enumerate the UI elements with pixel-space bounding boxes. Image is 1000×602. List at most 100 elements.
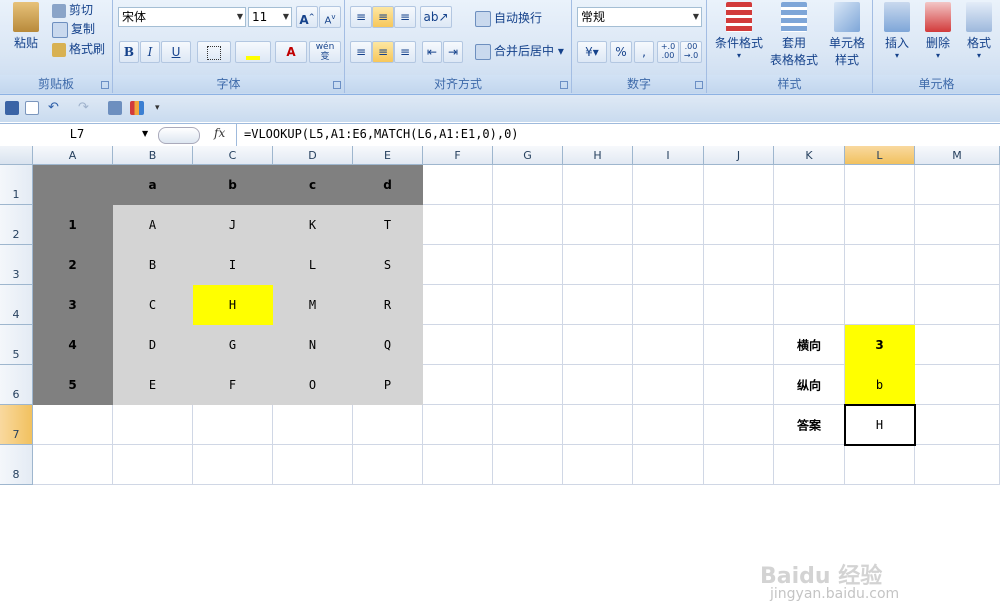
cell-g8[interactable] bbox=[493, 445, 563, 485]
cell-i6[interactable] bbox=[633, 365, 704, 405]
table-data-cell[interactable]: N bbox=[273, 325, 353, 365]
column-header-g[interactable]: G bbox=[493, 146, 563, 165]
format-painter-button[interactable]: 格式刷 bbox=[52, 39, 105, 59]
formula-bar-handle[interactable] bbox=[158, 127, 200, 144]
font-color-button[interactable]: A bbox=[275, 41, 307, 63]
cell-g2[interactable] bbox=[493, 205, 563, 245]
cell-i8[interactable] bbox=[633, 445, 704, 485]
cell-h2[interactable] bbox=[563, 205, 633, 245]
table-row-header-cell[interactable]: 2 bbox=[33, 245, 113, 285]
table-data-cell[interactable]: A bbox=[113, 205, 193, 245]
decrease-decimal-button[interactable]: .00 →.0 bbox=[680, 41, 702, 63]
column-header-c[interactable]: C bbox=[193, 146, 273, 165]
copy-button[interactable]: 复制 bbox=[52, 19, 95, 39]
column-header-f[interactable]: F bbox=[423, 146, 493, 165]
number-format-combo[interactable]: 常规 ▼ bbox=[577, 7, 702, 27]
table-data-cell[interactable]: F bbox=[193, 365, 273, 405]
insert-button[interactable]: 插入 ▾ bbox=[877, 2, 917, 60]
cell-h1[interactable] bbox=[563, 165, 633, 205]
cell-j1[interactable] bbox=[704, 165, 774, 205]
delete-button[interactable]: 删除 ▾ bbox=[918, 2, 958, 60]
clipboard-launcher-icon[interactable] bbox=[101, 81, 109, 89]
cell-h8[interactable] bbox=[563, 445, 633, 485]
cut-button[interactable]: 剪切 bbox=[52, 0, 93, 20]
bold-button[interactable]: B bbox=[119, 41, 139, 63]
cell-f7[interactable] bbox=[423, 405, 493, 445]
undo-icon[interactable]: ↶ bbox=[48, 101, 62, 115]
table-data-cell[interactable]: S bbox=[353, 245, 423, 285]
select-all-corner[interactable] bbox=[0, 146, 33, 165]
orientation-button[interactable]: ab↗ bbox=[420, 6, 452, 28]
cell-h4[interactable] bbox=[563, 285, 633, 325]
grow-font-button[interactable]: A^ bbox=[296, 6, 318, 28]
table-row-header-cell[interactable]: 4 bbox=[33, 325, 113, 365]
cell-m5[interactable] bbox=[915, 325, 1000, 365]
merge-center-button[interactable]: 合并后居中 ▾ bbox=[475, 41, 564, 61]
column-header-d[interactable]: D bbox=[273, 146, 353, 165]
cell-m8[interactable] bbox=[915, 445, 1000, 485]
cell-f8[interactable] bbox=[423, 445, 493, 485]
cell-k3[interactable] bbox=[774, 245, 845, 285]
cell-e8[interactable] bbox=[353, 445, 423, 485]
cell-k1[interactable] bbox=[774, 165, 845, 205]
cell-g3[interactable] bbox=[493, 245, 563, 285]
row-header-2[interactable]: 2 bbox=[0, 205, 33, 245]
cell-i1[interactable] bbox=[633, 165, 704, 205]
cell-l3[interactable] bbox=[845, 245, 915, 285]
table-data-cell[interactable]: M bbox=[273, 285, 353, 325]
increase-decimal-button[interactable]: +.0 .00 bbox=[657, 41, 679, 63]
increase-indent-button[interactable]: ⇥ bbox=[443, 41, 463, 63]
cell-a8[interactable] bbox=[33, 445, 113, 485]
cell-m6[interactable] bbox=[915, 365, 1000, 405]
table-data-cell[interactable]: G bbox=[193, 325, 273, 365]
table-data-cell[interactable]: H bbox=[193, 285, 273, 325]
cell-j5[interactable] bbox=[704, 325, 774, 365]
font-launcher-icon[interactable] bbox=[333, 81, 341, 89]
table-data-cell[interactable]: C bbox=[113, 285, 193, 325]
table-header-cell[interactable]: a bbox=[113, 165, 193, 205]
column-header-a[interactable]: A bbox=[33, 146, 113, 165]
shrink-font-button[interactable]: Av bbox=[319, 6, 341, 28]
column-header-l[interactable]: L bbox=[845, 146, 915, 165]
align-center-button[interactable]: ≡ bbox=[372, 41, 394, 63]
cell-l4[interactable] bbox=[845, 285, 915, 325]
row-header-7[interactable]: 7 bbox=[0, 405, 33, 445]
table-data-cell[interactable]: O bbox=[273, 365, 353, 405]
font-name-combo[interactable]: 宋体 ▼ bbox=[118, 7, 246, 27]
table-data-cell[interactable]: J bbox=[193, 205, 273, 245]
borders-button[interactable] bbox=[197, 41, 231, 63]
conditional-format-button[interactable]: 条件格式 ▾ bbox=[711, 2, 767, 60]
cell-m7[interactable] bbox=[915, 405, 1000, 445]
table-header-cell[interactable]: c bbox=[273, 165, 353, 205]
cell-i2[interactable] bbox=[633, 205, 704, 245]
cell-l2[interactable] bbox=[845, 205, 915, 245]
cell-j7[interactable] bbox=[704, 405, 774, 445]
table-data-cell[interactable]: L bbox=[273, 245, 353, 285]
cell-h3[interactable] bbox=[563, 245, 633, 285]
cell-f1[interactable] bbox=[423, 165, 493, 205]
row-header-8[interactable]: 8 bbox=[0, 445, 33, 485]
format-button[interactable]: 格式 ▾ bbox=[959, 2, 999, 60]
column-header-m[interactable]: M bbox=[915, 146, 1000, 165]
cell-c8[interactable] bbox=[193, 445, 273, 485]
table-header-cell[interactable] bbox=[33, 165, 113, 205]
print-preview-icon[interactable] bbox=[108, 101, 122, 115]
align-bottom-button[interactable]: ≡ bbox=[394, 6, 416, 28]
align-right-button[interactable]: ≡ bbox=[394, 41, 416, 63]
table-row-header-cell[interactable]: 5 bbox=[33, 365, 113, 405]
table-data-cell[interactable]: Q bbox=[353, 325, 423, 365]
table-data-cell[interactable]: R bbox=[353, 285, 423, 325]
table-header-cell[interactable]: b bbox=[193, 165, 273, 205]
table-data-cell[interactable]: D bbox=[113, 325, 193, 365]
align-top-button[interactable]: ≡ bbox=[350, 6, 372, 28]
cell-k8[interactable] bbox=[774, 445, 845, 485]
cell-g5[interactable] bbox=[493, 325, 563, 365]
lookup-row-value[interactable]: 3 bbox=[845, 325, 915, 365]
cell-f2[interactable] bbox=[423, 205, 493, 245]
cell-l1[interactable] bbox=[845, 165, 915, 205]
table-data-cell[interactable]: B bbox=[113, 245, 193, 285]
formula-input[interactable]: =VLOOKUP(L5,A1:E6,MATCH(L6,A1:E1,0),0) bbox=[244, 127, 519, 141]
new-file-icon[interactable] bbox=[25, 101, 39, 115]
cell-i4[interactable] bbox=[633, 285, 704, 325]
cell-g6[interactable] bbox=[493, 365, 563, 405]
